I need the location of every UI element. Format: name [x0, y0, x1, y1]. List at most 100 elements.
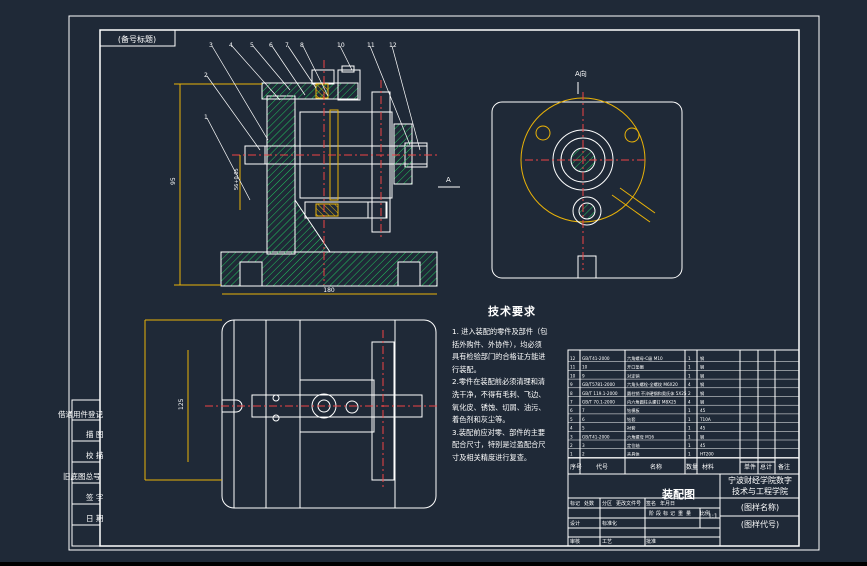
drawing-name: (图样名称) — [741, 502, 779, 512]
part-number: 2 — [204, 72, 208, 79]
parts-cell: 3 — [582, 443, 585, 448]
dim-plan: 125 — [178, 398, 185, 410]
sign-label: 审核 — [570, 538, 580, 545]
corner-label: (备号标题) — [118, 34, 156, 44]
sign-label: 签名 — [646, 500, 656, 507]
parts-cell: 1 — [688, 365, 691, 370]
tech-line: 行装配。 — [452, 364, 481, 374]
parts-cell: 7 — [582, 408, 585, 413]
parts-cell: 1 — [688, 443, 691, 448]
parts-cell: 6 — [582, 417, 585, 422]
parts-cell: 钢 — [700, 372, 704, 379]
parts-cell: 1 — [688, 356, 691, 361]
school-name-2: 技术与工程学院 — [732, 486, 788, 496]
parts-header-cell: 备注 — [778, 463, 790, 471]
parts-cell: 2 — [688, 391, 691, 396]
parts-cell: 钢 — [700, 399, 704, 406]
tech-line: 寸及相关精度进行复查。 — [452, 452, 532, 462]
tech-line: 配合尺寸，特别是过盈配合尺 — [452, 440, 546, 450]
parts-header-cell: 材料 — [702, 463, 714, 471]
part-number: 1 — [204, 114, 208, 121]
part-number: 12 — [389, 42, 397, 49]
parts-header-cell: 名称 — [650, 463, 662, 471]
sign-label: 标准化 — [602, 520, 617, 527]
tech-line: 具有检验部门的合格证方能进 — [452, 352, 546, 362]
sign-label: 处数 — [584, 500, 594, 507]
parts-cell: 钢 — [700, 364, 704, 371]
parts-cell: GB/T5781-2000 — [582, 382, 615, 387]
part-number: 7 — [285, 42, 289, 49]
parts-cell: 45 — [700, 443, 706, 448]
plan-view: 125 — [144, 319, 440, 509]
tech-line: 1. 进入装配的零件及部件（包 — [452, 327, 548, 336]
parts-cell: 5 — [582, 426, 585, 431]
parts-header-cell: 单件 — [744, 463, 756, 471]
scale-value: 1:1 — [708, 513, 718, 520]
sign-label: 分区 — [602, 500, 612, 507]
dim-height: 95 — [170, 177, 177, 185]
parts-cell: 9 — [582, 373, 585, 378]
plan-view-body — [221, 319, 437, 509]
stage-label: 量 — [686, 510, 691, 517]
parts-cell: 1 — [688, 417, 691, 422]
parts-cell: 夹具体 — [627, 451, 640, 458]
cad-canvas[interactable]: (备号标题) 95 180 56+0.05 A 3 4 5 6 7 8 10 1… — [0, 0, 867, 562]
parts-cell: 1 — [688, 452, 691, 457]
parts-cell: 1 — [688, 434, 691, 439]
parts-cell: 开口垫圈 — [627, 364, 644, 371]
side-table-label: 签 字 — [86, 493, 104, 502]
side-table-label: 日 期 — [86, 514, 104, 523]
parts-cell: 1 — [688, 373, 691, 378]
section-letter: A — [446, 176, 451, 184]
part-number: 3 — [209, 42, 213, 49]
parts-cell: 圆柱销 不淬硬钢和奥氏体 5X25 — [627, 390, 687, 397]
parts-cell: 钻套 — [627, 416, 636, 423]
parts-cell: 六角螺母 M16 — [627, 433, 654, 440]
drill-plate — [261, 82, 359, 100]
tech-line: 3.装配前应对零、部件的主要 — [452, 427, 546, 437]
part-number: 4 — [229, 42, 233, 49]
parts-cell: GB/T41-2000 — [582, 356, 610, 361]
tech-line: 氧化皮、锈蚀、切屑、油污、 — [452, 402, 546, 412]
front-section-view: 95 180 56+0.05 A — [170, 45, 460, 295]
parts-cell: 10 — [582, 365, 588, 370]
parts-cell: 钢 — [700, 433, 704, 440]
tech-line: 着色剂和灰尘等。 — [452, 415, 510, 425]
sign-label: 工艺 — [602, 539, 612, 545]
dim-width: 180 — [323, 287, 335, 294]
part-number: 8 — [300, 42, 304, 49]
tech-line: 洗干净，不得有毛刺、飞边、 — [452, 389, 546, 399]
parts-cell: 钢 — [700, 381, 704, 388]
parts-cell: GB/T41-2000 — [582, 434, 610, 439]
parts-header-cell: 总计 — [760, 463, 772, 471]
parts-cell: 钻模板 — [627, 407, 640, 414]
tech-line: 2.零件在装配前必须清理和清 — [452, 377, 546, 387]
sign-label: 更改文件号 — [616, 500, 641, 507]
parts-cell: 45 — [700, 408, 706, 413]
sign-label: 批准 — [646, 538, 656, 545]
side-table-label: 借通用件登记 — [58, 410, 103, 419]
stage-label: 段 — [656, 510, 661, 517]
part-number: 11 — [367, 42, 375, 49]
parts-cell: 4 — [688, 382, 691, 387]
school-name: 宁波财经学院数字 — [728, 475, 792, 485]
stage-label: 重 — [678, 510, 683, 517]
parts-cell: 1 — [688, 408, 691, 413]
stage-label: 阶 — [649, 510, 654, 517]
sign-label: 设计 — [570, 520, 580, 527]
a-view: A向 — [491, 69, 683, 279]
parts-cell: GB/T 119.1-2000 — [582, 391, 618, 396]
stage-label: 标 — [663, 510, 668, 517]
side-table-label: 描 图 — [86, 430, 104, 439]
parts-cell: 4 — [688, 400, 691, 405]
parts-cell: GB/T 70.1-2000 — [582, 400, 615, 405]
part-number: 5 — [250, 42, 254, 49]
side-table-label: 校 描 — [86, 451, 104, 460]
tech-requirements: 1. 进入装配的零件及部件（包 括外购件、外协件），均必须 具有检验部门的合格证方能… — [452, 326, 578, 465]
tech-line: 括外购件、外协件），均必须 — [452, 339, 542, 349]
parts-cell: 2 — [582, 452, 585, 457]
parts-header-cell: 代号 — [596, 463, 608, 471]
sign-label: 标记 — [570, 500, 580, 507]
parts-cell: 六角头螺栓-全螺纹 M6X20 — [627, 381, 678, 388]
a-view-label: A向 — [575, 69, 587, 78]
